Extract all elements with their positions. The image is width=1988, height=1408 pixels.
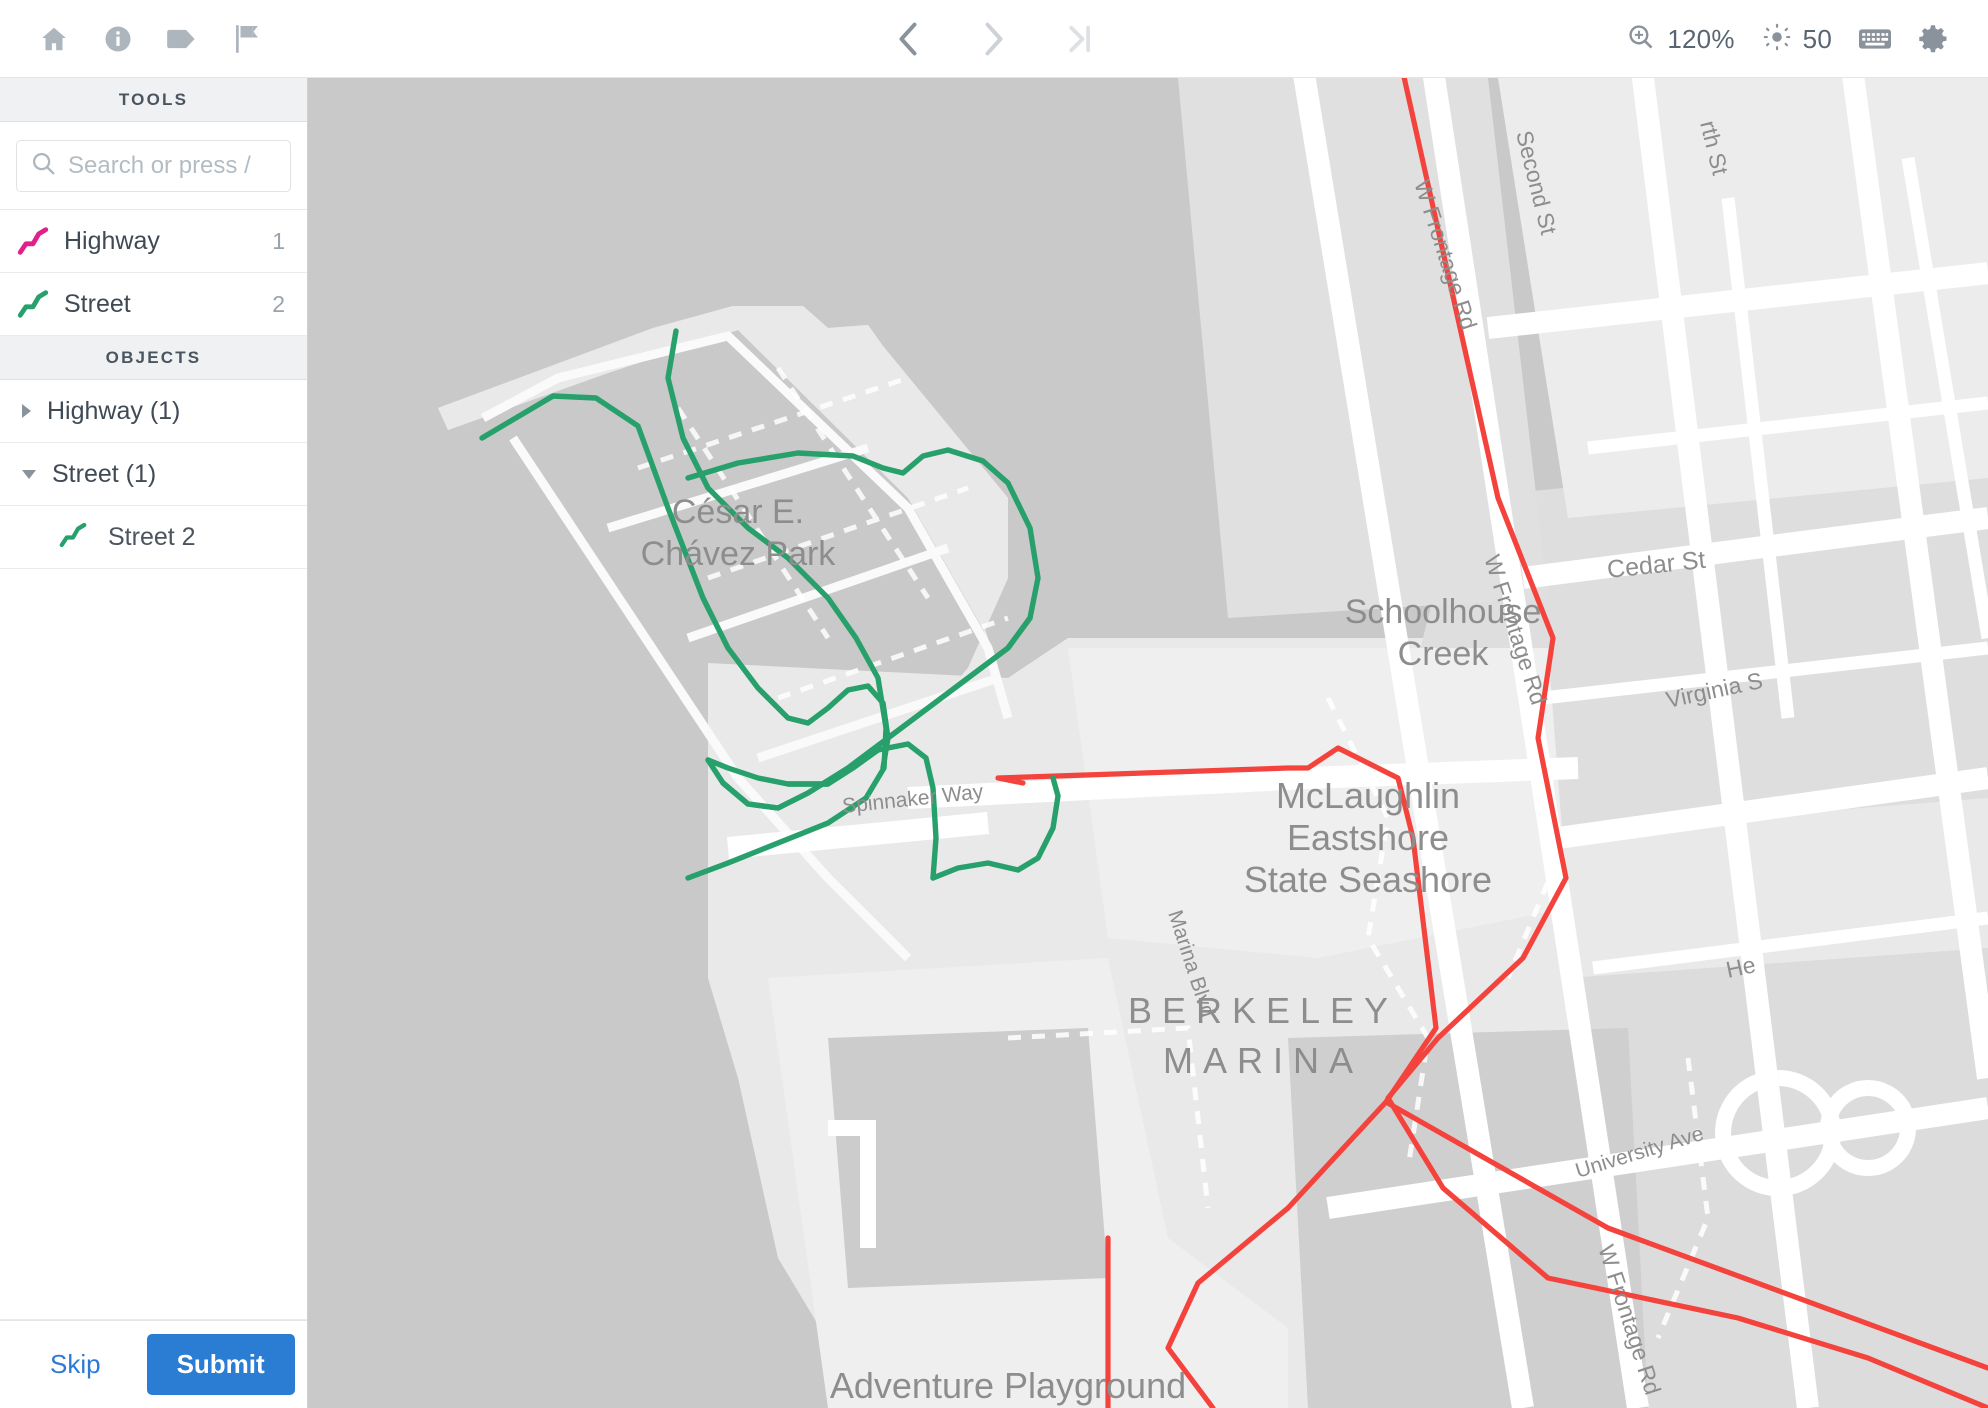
- tool-item-highway[interactable]: Highway 1: [0, 210, 307, 273]
- home-icon[interactable]: [22, 7, 86, 71]
- search-container: [0, 122, 378, 210]
- chevron-right-icon[interactable]: [22, 404, 31, 418]
- object-item-street-2[interactable]: Street 2: [0, 506, 307, 569]
- tool-label-street: Street: [64, 289, 131, 318]
- toolbar-left-group: [0, 7, 278, 71]
- map-label-park-line2: Chávez Park: [641, 535, 837, 573]
- zoom-in-icon: [1627, 23, 1655, 56]
- map-label-mclaughlin: McLaughlin: [1276, 775, 1460, 816]
- street-line-icon: [58, 520, 92, 554]
- object-group-street[interactable]: Street (1): [0, 443, 307, 506]
- search-box[interactable]: [16, 140, 378, 192]
- brightness-icon: [1763, 23, 1791, 56]
- map-label-creek: Creek: [1398, 635, 1490, 673]
- tool-item-street[interactable]: Street 2: [0, 273, 307, 336]
- object-group-highway[interactable]: Highway (1): [0, 380, 307, 443]
- top-toolbar: 120% 50: [0, 0, 1988, 78]
- nav-next-button[interactable]: [972, 14, 1016, 64]
- brightness-control[interactable]: 50: [1749, 23, 1846, 56]
- map-label-marina: MARINA: [1163, 1040, 1363, 1081]
- map-label-park-line1: César E.: [672, 493, 804, 531]
- highway-line-icon: [16, 224, 50, 258]
- tool-label-highway: Highway: [64, 226, 160, 255]
- tools-section-header: TOOLS: [0, 78, 307, 122]
- skip-button[interactable]: Skip: [22, 1339, 129, 1390]
- tool-shortcut-highway: 1: [272, 227, 285, 254]
- north-strip: [1178, 78, 1548, 618]
- info-icon[interactable]: [86, 7, 150, 71]
- map-label-eastshore: Eastshore: [1287, 817, 1449, 858]
- street-line-icon: [16, 287, 50, 321]
- map-label-adventure-playground: Adventure Playground: [830, 1365, 1186, 1406]
- object-group-label-highway: Highway (1): [47, 396, 181, 425]
- search-icon: [31, 151, 56, 181]
- app-body: TOOLS Highway 1: [0, 78, 1988, 1408]
- sidebar-empty-space: [0, 569, 307, 1320]
- toolbar-right-group: 120% 50: [1613, 0, 1962, 78]
- object-item-label: Street 2: [108, 522, 196, 551]
- zoom-level-value: 120%: [1667, 23, 1735, 54]
- navigation-controls: [886, 0, 1102, 78]
- object-group-label-street: Street (1): [52, 459, 157, 488]
- flag-icon[interactable]: [214, 7, 278, 71]
- chevron-down-icon[interactable]: [22, 469, 36, 479]
- sidebar-footer: Skip Submit: [0, 1320, 307, 1408]
- objects-section-header: OBJECTS: [0, 336, 307, 380]
- map-label-berkeley: BERKELEY: [1128, 990, 1398, 1031]
- submit-button[interactable]: Submit: [146, 1334, 295, 1395]
- map-label-state-seashore: State Seashore: [1244, 859, 1492, 900]
- brightness-value: 50: [1802, 23, 1832, 54]
- map-svg[interactable]: César E. Chávez Park Schoolhouse Creek M…: [308, 78, 1988, 1408]
- tool-shortcut-street: 2: [272, 290, 285, 317]
- sidebar: TOOLS Highway 1: [0, 78, 378, 1408]
- gear-icon[interactable]: [1904, 10, 1962, 68]
- app-root: 120% 50 TOOLS Search or press / Highway …: [0, 0, 1988, 1408]
- zoom-control[interactable]: 120%: [1613, 23, 1748, 56]
- keyboard-icon[interactable]: [1846, 10, 1904, 68]
- map-canvas[interactable]: César E. Chávez Park Schoolhouse Creek M…: [308, 78, 1988, 1408]
- tag-icon[interactable]: [150, 7, 214, 71]
- nav-previous-button[interactable]: [886, 14, 930, 64]
- nav-skip-to-end-button[interactable]: [1058, 14, 1102, 64]
